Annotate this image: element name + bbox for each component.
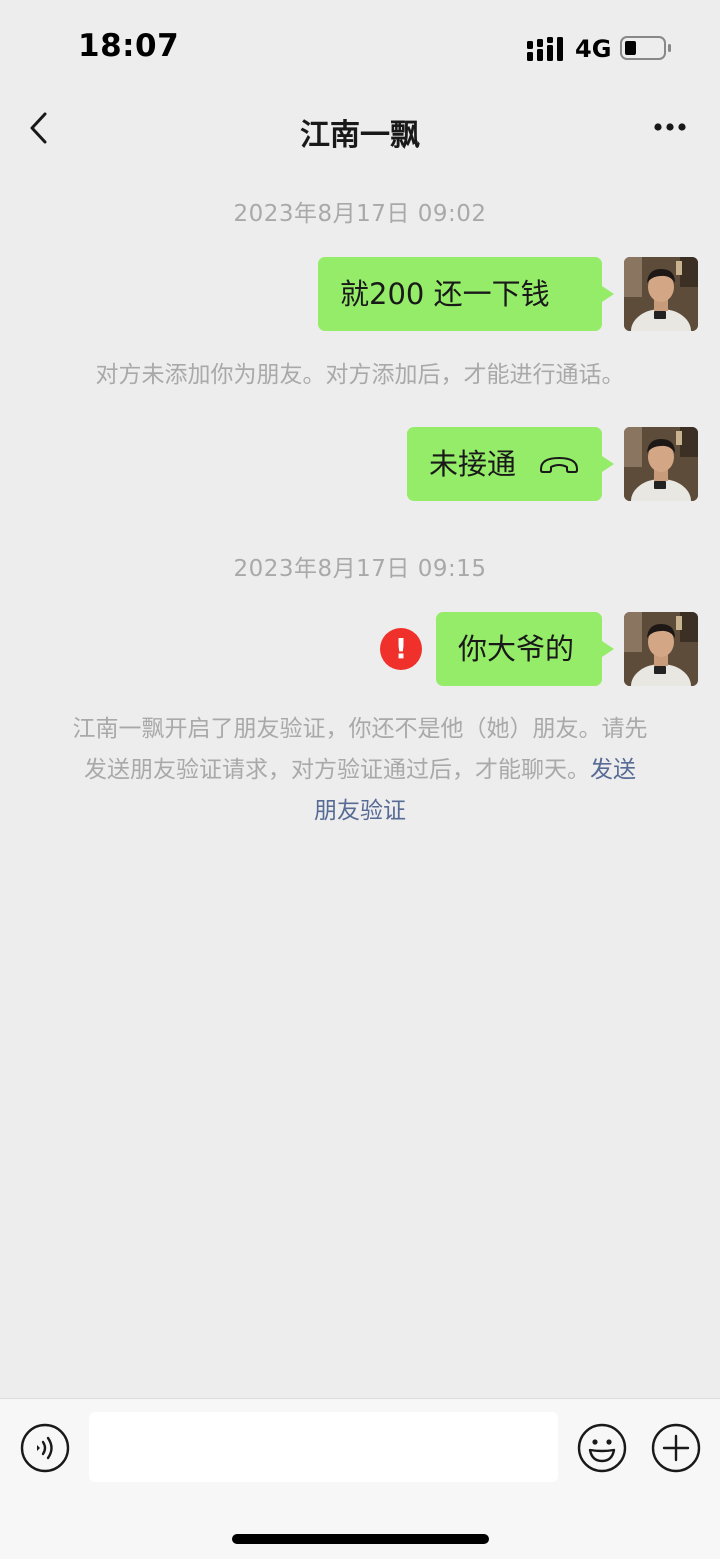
emoji-icon[interactable] (577, 1423, 627, 1473)
message-text: 你大爷的 (458, 632, 575, 666)
send-failed-error-icon[interactable]: ! (380, 628, 422, 670)
message-input[interactable] (89, 1412, 558, 1482)
send-verification-link[interactable]: 发送 (590, 757, 636, 783)
message-timestamp: 2023年8月17日 09:02 (233, 201, 487, 227)
status-time: 18:07 (78, 28, 180, 64)
message-text: 就200 还一下钱 (340, 277, 550, 311)
signal-icon (527, 37, 563, 61)
message-timestamp: 2023年8月17日 09:15 (233, 556, 487, 582)
avatar[interactable] (624, 257, 698, 331)
message-bubble[interactable]: 就200 还一下钱 (318, 257, 614, 331)
call-record-bubble[interactable]: 未接通 (407, 427, 614, 501)
chat-title: 江南一飘 (300, 118, 420, 153)
notice-line: 江南一飘开启了朋友验证，你还不是他（她）朋友。请先 (72, 716, 648, 742)
chat-header: 江南一飘 (0, 90, 720, 170)
friend-verification-notice: 江南一飘开启了朋友验证，你还不是他（她）朋友。请先 发送朋友验证请求，对方验证通… (50, 709, 670, 832)
notice-line: 朋友验证 (50, 791, 670, 832)
message-bubble[interactable]: 你大爷的 (436, 612, 614, 686)
home-indicator[interactable] (232, 1534, 489, 1544)
input-bar (0, 1398, 720, 1559)
status-bar: 18:07 4G (0, 0, 720, 90)
notice-line: 发送朋友验证请求，对方验证通过后，才能聊天。发送 (50, 750, 670, 791)
send-verification-link[interactable]: 朋友验证 (314, 798, 406, 824)
notice-text: 发送朋友验证请求，对方验证通过后，才能聊天。 (84, 757, 590, 783)
hang-up-phone-icon (540, 457, 578, 473)
plus-icon[interactable] (651, 1423, 701, 1473)
more-dots-icon[interactable] (648, 112, 692, 142)
avatar[interactable] (624, 427, 698, 501)
system-notice: 对方未添加你为朋友。对方添加后，才能进行通话。 (95, 362, 625, 388)
avatar[interactable] (624, 612, 698, 686)
network-type-label: 4G (575, 35, 612, 63)
call-status-text: 未接通 (429, 447, 517, 481)
voice-input-icon[interactable] (20, 1423, 70, 1473)
battery-icon (620, 36, 671, 60)
